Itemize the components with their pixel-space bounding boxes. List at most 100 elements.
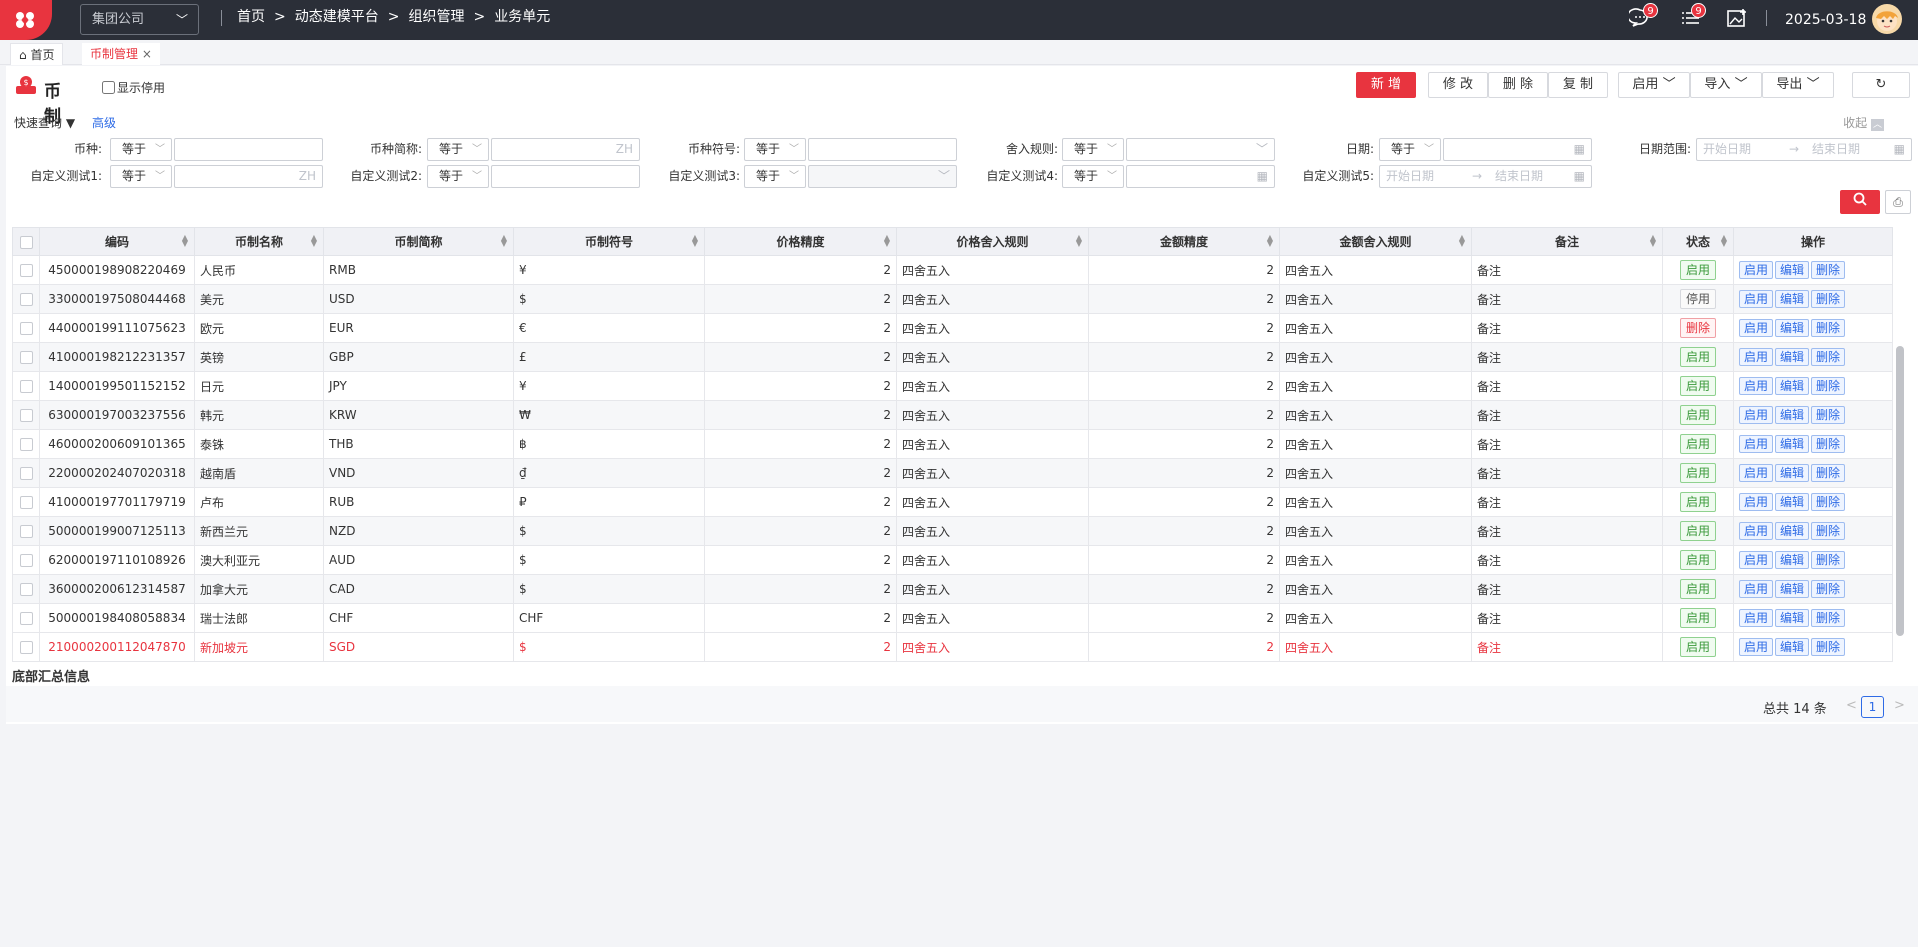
custom1-operator-select[interactable]: 等于 ﹀	[110, 165, 172, 188]
col-note[interactable]: 备注 ▲ ▼	[1471, 227, 1663, 256]
row-enable-button[interactable]: 启用	[1739, 290, 1773, 308]
import-dropdown[interactable]: 导入 ﹀	[1690, 72, 1762, 98]
row-enable-button[interactable]: 启用	[1739, 406, 1773, 424]
row-enable-button[interactable]: 启用	[1739, 493, 1773, 511]
col-code[interactable]: 编码 ▲ ▼	[39, 227, 195, 256]
row-select-cell[interactable]	[12, 313, 40, 343]
symbol-input[interactable]	[808, 138, 957, 161]
col-price-precision[interactable]: 价格精度 ▲ ▼	[704, 227, 897, 256]
sort-icon[interactable]: ▲ ▼	[182, 234, 188, 248]
table-row[interactable]: 450000198908220469 人民币 RMB ¥2 四舍五入 2 四舍五入 备注 启用启…	[12, 255, 1893, 285]
table-row[interactable]: 210000200112047870 新加坡元 SGD $2 四舍五入 2 四舍五入 备注 启用…	[12, 632, 1893, 662]
row-edit-button[interactable]: 编辑	[1775, 551, 1809, 569]
row-delete-button[interactable]: 删除	[1811, 580, 1845, 598]
col-price-rounding[interactable]: 价格舍入规则 ▲ ▼	[896, 227, 1089, 256]
table-row[interactable]: 360000200612314587 加拿大元 CAD $2 四舍五入 2 四舍五入 备注 启用…	[12, 574, 1893, 604]
row-checkbox[interactable]	[19, 380, 33, 393]
row-enable-button[interactable]: 启用	[1739, 261, 1773, 279]
page-number-current[interactable]: 1	[1861, 696, 1884, 718]
row-delete-button[interactable]: 删除	[1811, 348, 1845, 366]
row-enable-button[interactable]: 启用	[1739, 580, 1773, 598]
copy-button[interactable]: 复 制	[1548, 72, 1608, 98]
export-dropdown[interactable]: 导出 ﹀	[1762, 72, 1834, 98]
row-enable-button[interactable]: 启用	[1739, 435, 1773, 453]
col-amount-rounding[interactable]: 金额舍入规则 ▲ ▼	[1279, 227, 1472, 256]
row-enable-button[interactable]: 启用	[1739, 464, 1773, 482]
row-delete-button[interactable]: 删除	[1811, 377, 1845, 395]
row-checkbox[interactable]	[19, 641, 33, 654]
row-select-cell[interactable]	[12, 400, 40, 430]
custom4-operator-select[interactable]: 等于 ﹀	[1062, 165, 1124, 188]
row-delete-button[interactable]: 删除	[1811, 551, 1845, 569]
round-operator-select[interactable]: 等于 ﹀	[1062, 138, 1124, 161]
avatar[interactable]	[1872, 4, 1902, 34]
table-row[interactable]: 500000198408058834 瑞士法郎 CHF CHF 2 四舍五入 2 四舍五入 备注…	[12, 603, 1893, 633]
close-icon[interactable]: ×	[142, 47, 152, 61]
custom4-date-input[interactable]: ▦	[1126, 165, 1275, 188]
row-delete-button[interactable]: 删除	[1811, 290, 1845, 308]
enable-dropdown[interactable]: 启用 ﹀	[1618, 72, 1690, 98]
row-select-cell[interactable]	[12, 458, 40, 488]
row-checkbox[interactable]	[19, 554, 33, 567]
row-checkbox[interactable]	[19, 525, 33, 538]
row-delete-button[interactable]: 删除	[1811, 522, 1845, 540]
row-select-cell[interactable]	[12, 284, 40, 314]
row-checkbox[interactable]	[19, 409, 33, 422]
sort-icon[interactable]: ▲ ▼	[501, 234, 507, 248]
breadcrumb-org[interactable]: 组织管理	[408, 9, 464, 25]
row-checkbox[interactable]	[19, 612, 33, 625]
table-row[interactable]: 140000199501152152 日元 JPY ¥2 四舍五入 2 四舍五入 备注 启用 启用…	[12, 371, 1893, 401]
symbol-operator-select[interactable]: 等于 ﹀	[744, 138, 806, 161]
row-select-cell[interactable]	[12, 255, 40, 285]
table-scrollbar[interactable]	[1894, 256, 1906, 662]
table-row[interactable]: 220000202407020318 越南盾 VND ₫ 2 四舍五入 2 四舍五入 备注 启用启…	[12, 458, 1893, 488]
tab-currency[interactable]: 币制管理 ×	[82, 43, 160, 65]
col-amount-precision[interactable]: 金额精度 ▲ ▼	[1088, 227, 1280, 256]
row-delete-button[interactable]: 删除	[1811, 493, 1845, 511]
table-row[interactable]: 500000199007125113 新西兰元 NZD $2 四舍五入 2 四舍五入 备注 启用…	[12, 516, 1893, 546]
prev-page-button[interactable]: <	[1846, 698, 1857, 713]
row-edit-button[interactable]: 编辑	[1775, 609, 1809, 627]
row-checkbox[interactable]	[19, 322, 33, 335]
row-select-cell[interactable]	[12, 487, 40, 517]
row-edit-button[interactable]: 编辑	[1775, 290, 1809, 308]
add-button[interactable]: 新 增	[1356, 72, 1416, 98]
row-checkbox[interactable]	[19, 438, 33, 451]
row-delete-button[interactable]: 删除	[1811, 319, 1845, 337]
col-status[interactable]: 状态 ▲ ▼	[1662, 227, 1734, 256]
table-row[interactable]: 440000199111075623 欧元 EUR €2 四舍五入 2 四舍五入 备注 删除 启用…	[12, 313, 1893, 343]
row-enable-button[interactable]: 启用	[1739, 377, 1773, 395]
show-disabled-toggle[interactable]: 显示停用	[102, 79, 165, 96]
breadcrumb-platform[interactable]: 动态建模平台	[295, 9, 379, 25]
table-row[interactable]: 460000200609101365 泰铢 THB ฿ 2 四舍五入 2 四舍五入 备注 启用 启用…	[12, 429, 1893, 459]
row-edit-button[interactable]: 编辑	[1775, 522, 1809, 540]
table-row[interactable]: 630000197003237556 韩元 KRW ₩2 四舍五入 2 四舍五入 备注 启用 启用…	[12, 400, 1893, 430]
row-delete-button[interactable]: 删除	[1811, 638, 1845, 656]
row-enable-button[interactable]: 启用	[1739, 609, 1773, 627]
currency-input[interactable]	[174, 138, 323, 161]
row-edit-button[interactable]: 编辑	[1775, 464, 1809, 482]
custom3-select[interactable]: ﹀	[808, 165, 957, 188]
sort-icon[interactable]: ▲ ▼	[1267, 234, 1273, 248]
col-symbol[interactable]: 币制符号 ▲ ▼	[513, 227, 705, 256]
row-edit-button[interactable]: 编辑	[1775, 435, 1809, 453]
scrollbar-thumb[interactable]	[1896, 346, 1904, 636]
row-enable-button[interactable]: 启用	[1739, 348, 1773, 366]
row-enable-button[interactable]: 启用	[1739, 522, 1773, 540]
row-delete-button[interactable]: 删除	[1811, 464, 1845, 482]
custom3-operator-select[interactable]: 等于 ﹀	[744, 165, 806, 188]
image-edit-icon[interactable]	[1726, 7, 1748, 32]
row-delete-button[interactable]: 删除	[1811, 406, 1845, 424]
quick-query-toggle[interactable]: 快速查询 ▼	[14, 114, 75, 131]
table-row[interactable]: 410000198212231357 英镑 GBP £2 四舍五入 2 四舍五入 备注 启用 启用…	[12, 342, 1893, 372]
custom2-input[interactable]	[491, 165, 640, 188]
round-select[interactable]: ﹀	[1126, 138, 1275, 161]
table-row[interactable]: 410000197701179719 卢布 RUB ₽2 四舍五入 2 四舍五入 备注 启用 启用…	[12, 487, 1893, 517]
table-row[interactable]: 620000197110108926 澳大利亚元 AUD $2 四舍五入 2 四舍五入 备注启…	[12, 545, 1893, 575]
row-select-cell[interactable]	[12, 342, 40, 372]
col-abbr[interactable]: 币制简称 ▲ ▼	[323, 227, 514, 256]
row-edit-button[interactable]: 编辑	[1775, 261, 1809, 279]
row-delete-button[interactable]: 删除	[1811, 261, 1845, 279]
refresh-button[interactable]: ↻	[1852, 72, 1910, 98]
row-edit-button[interactable]: 编辑	[1775, 348, 1809, 366]
